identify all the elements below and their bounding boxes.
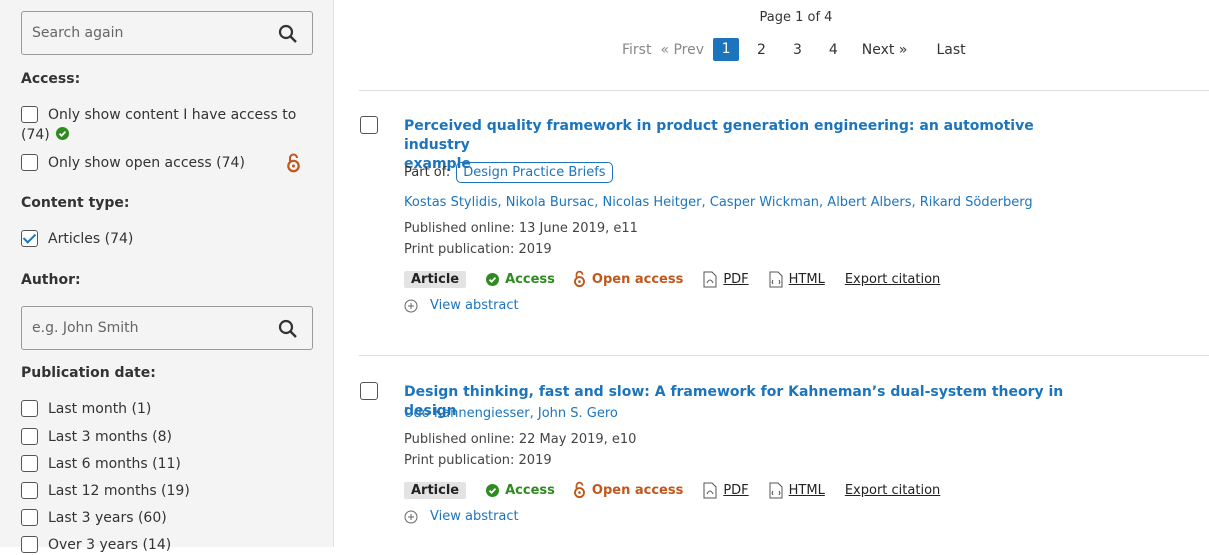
- pubdate-option-label: Over 3 years (14): [48, 537, 172, 553]
- part-of: Part of: Design Practice Briefs: [404, 162, 613, 183]
- pubdate-option[interactable]: Last month (1): [21, 399, 151, 419]
- articles-checkbox[interactable]: [21, 230, 38, 247]
- pubdate-option-label: Last month (1): [48, 401, 152, 417]
- pubdate-checkbox[interactable]: [21, 536, 38, 553]
- access-checkbox[interactable]: [21, 106, 38, 123]
- result-select-checkbox[interactable]: [360, 382, 378, 400]
- result-actions: Article Access Open access PDF HTML Expo…: [404, 481, 960, 499]
- pagination-page-3[interactable]: 3: [793, 42, 802, 58]
- author-facet-title: Author:: [21, 272, 81, 288]
- author-link[interactable]: Nikola Bursac: [506, 195, 594, 210]
- author-link[interactable]: Nicolas Heitger: [602, 195, 701, 210]
- author-link[interactable]: Kostas Stylidis: [404, 195, 497, 210]
- search-icon[interactable]: [278, 319, 298, 339]
- pubdate-option-label: Last 12 months (19): [48, 483, 190, 499]
- export-citation-link[interactable]: Export citation: [845, 483, 940, 498]
- plus-circle-icon: [404, 299, 418, 312]
- view-abstract-toggle[interactable]: View abstract: [404, 509, 519, 524]
- open-access-checkbox[interactable]: [21, 154, 38, 171]
- published-online: Published online: 13 June 2019, e11: [404, 221, 638, 236]
- open-access-lock-icon: [573, 270, 585, 288]
- articles-option-label: Articles (74): [48, 231, 134, 247]
- author-search-input[interactable]: [32, 307, 272, 349]
- pagination: First « Prev 1 2 3 4 Next » Last: [622, 38, 966, 61]
- access-facet-title: Access:: [21, 71, 81, 87]
- author-search-box: [21, 306, 313, 350]
- pubdate-option[interactable]: Over 3 years (14): [21, 535, 171, 555]
- pdf-link[interactable]: PDF: [703, 271, 749, 288]
- pubdate-checkbox[interactable]: [21, 482, 38, 499]
- author-link[interactable]: Albert Albers: [827, 195, 911, 210]
- pubdate-checkbox[interactable]: [21, 400, 38, 417]
- access-option-count: (74): [21, 127, 50, 143]
- access-option-label: Only show content I have access to: [48, 105, 311, 145]
- content-type-option[interactable]: Articles (74): [21, 229, 133, 249]
- author-list: Udo Kannengiesser, John S. Gero: [404, 406, 618, 421]
- publication-date-facet-title: Publication date:: [21, 365, 156, 381]
- access-indicator: Access: [486, 272, 555, 287]
- html-link[interactable]: HTML: [769, 482, 825, 499]
- pdf-file-icon: [703, 482, 717, 498]
- search-again-box: [21, 11, 313, 55]
- open-access-lock-icon: [573, 481, 585, 499]
- pagination-prev[interactable]: « Prev: [660, 42, 704, 58]
- pdf-file-icon: [703, 271, 717, 287]
- pubdate-option[interactable]: Last 12 months (19): [21, 481, 190, 501]
- access-indicator: Access: [486, 483, 555, 498]
- pdf-link[interactable]: PDF: [703, 482, 749, 499]
- divider: [359, 355, 1209, 356]
- export-citation-link[interactable]: Export citation: [845, 272, 940, 287]
- pagination-first[interactable]: First: [622, 42, 651, 58]
- pagination-next[interactable]: Next »: [862, 42, 908, 58]
- divider: [359, 90, 1209, 91]
- published-online: Published online: 22 May 2019, e10: [404, 432, 637, 447]
- pubdate-option-label: Last 3 years (60): [48, 510, 167, 526]
- html-link[interactable]: HTML: [769, 271, 825, 288]
- content-type-badge: Article: [404, 270, 467, 288]
- collection-link[interactable]: Design Practice Briefs: [456, 162, 613, 183]
- results-panel: Page 1 of 4 First « Prev 1 2 3 4 Next » …: [334, 0, 1209, 547]
- pagination-page-1[interactable]: 1: [713, 38, 740, 61]
- access-check-icon: [486, 483, 500, 497]
- pagination-page-4[interactable]: 4: [829, 42, 838, 58]
- pagination-page-2[interactable]: 2: [757, 42, 766, 58]
- result-select-checkbox[interactable]: [360, 116, 378, 134]
- pubdate-checkbox[interactable]: [21, 455, 38, 472]
- content-type-badge: Article: [404, 481, 467, 499]
- pagination-last[interactable]: Last: [936, 42, 965, 58]
- pubdate-option[interactable]: Last 3 months (8): [21, 427, 172, 447]
- result-actions: Article Access Open access PDF HTML Expo…: [404, 270, 960, 288]
- html-file-icon: [769, 482, 783, 498]
- open-access-indicator: Open access: [573, 481, 683, 499]
- html-file-icon: [769, 271, 783, 287]
- open-access-lock-icon: [287, 153, 300, 173]
- access-check-icon: [486, 272, 500, 286]
- print-publication: Print publication: 2019: [404, 453, 552, 468]
- content-type-facet-title: Content type:: [21, 195, 130, 211]
- pubdate-checkbox[interactable]: [21, 428, 38, 445]
- author-link[interactable]: Udo Kannengiesser: [404, 406, 530, 421]
- author-link[interactable]: Casper Wickman: [710, 195, 819, 210]
- search-icon[interactable]: [278, 24, 298, 44]
- print-publication: Print publication: 2019: [404, 242, 552, 257]
- pubdate-option-label: Last 6 months (11): [48, 456, 181, 472]
- pubdate-checkbox[interactable]: [21, 509, 38, 526]
- author-list: Kostas Stylidis, Nikola Bursac, Nicolas …: [404, 195, 1033, 210]
- open-access-filter-option[interactable]: Only show open access (74): [21, 153, 311, 173]
- plus-circle-icon: [404, 510, 418, 523]
- author-link[interactable]: John S. Gero: [538, 406, 618, 421]
- pubdate-option-label: Last 3 months (8): [48, 429, 172, 445]
- pubdate-option[interactable]: Last 6 months (11): [21, 454, 181, 474]
- open-access-option-label: Only show open access (74): [48, 155, 245, 171]
- author-link[interactable]: Rikard Söderberg: [920, 195, 1033, 210]
- view-abstract-toggle[interactable]: View abstract: [404, 298, 519, 313]
- page-info: Page 1 of 4: [759, 10, 833, 25]
- access-check-icon: [56, 127, 69, 140]
- access-filter-option[interactable]: Only show content I have access to: [21, 105, 311, 145]
- pubdate-option[interactable]: Last 3 years (60): [21, 508, 167, 528]
- open-access-indicator: Open access: [573, 270, 683, 288]
- search-again-input[interactable]: [32, 12, 272, 54]
- part-of-label: Part of:: [404, 165, 451, 180]
- filter-sidebar: Access: Only show content I have access …: [0, 0, 334, 553]
